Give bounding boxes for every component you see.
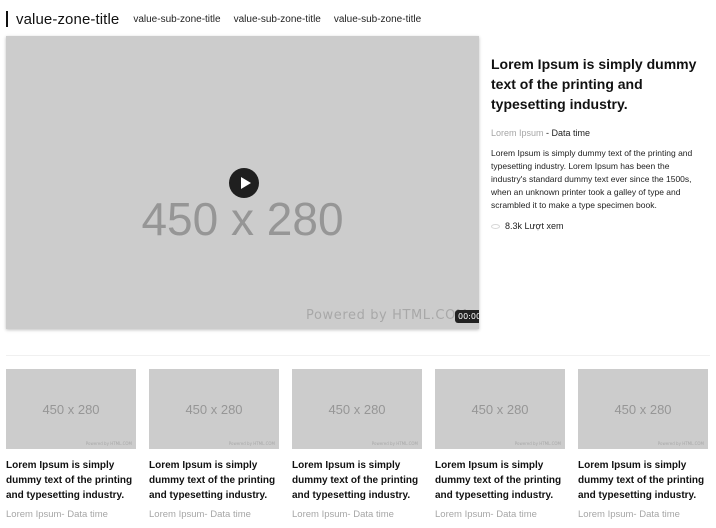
powered-by-watermark: Powered by HTML.COM — [228, 441, 275, 446]
powered-by-watermark: Powered by HTML.COM — [306, 308, 468, 323]
card-title[interactable]: Lorem Ipsum is simply dummy text of the … — [435, 458, 565, 503]
card-thumbnail[interactable]: 450 x 280 Powered by HTML.COM — [6, 369, 136, 449]
video-card[interactable]: 450 x 280 Powered by HTML.COM Lorem Ipsu… — [6, 369, 136, 520]
card-meta: Lorem Ipsum- Data time — [6, 509, 108, 520]
card-meta: Lorem Ipsum- Data time — [149, 509, 251, 520]
card-title[interactable]: Lorem Ipsum is simply dummy text of the … — [292, 458, 422, 503]
main-article-meta: Lorem Ipsum - Data time — [491, 128, 701, 138]
eye-icon — [491, 223, 500, 229]
main-article-description: Lorem Ipsum is simply dummy text of the … — [491, 148, 693, 210]
thumbnail-placeholder-text: 450 x 280 — [328, 402, 386, 417]
card-meta: Lorem Ipsum- Data time — [435, 509, 537, 520]
article-date: Data time — [551, 128, 591, 138]
article-source: Lorem Ipsum — [491, 128, 544, 138]
main-video-player[interactable]: 450 x 280 Powered by HTML.COM 00:00 — [6, 36, 479, 329]
card-title[interactable]: Lorem Ipsum is simply dummy text of the … — [6, 458, 136, 503]
thumbnail-placeholder-text: 450 x 280 — [42, 402, 100, 417]
card-thumbnail[interactable]: 450 x 280 Powered by HTML.COM — [149, 369, 279, 449]
video-card[interactable]: 450 x 280 Powered by HTML.COM Lorem Ipsu… — [149, 369, 279, 520]
video-card[interactable]: 450 x 280 Powered by HTML.COM Lorem Ipsu… — [435, 369, 565, 520]
sub-zone-link[interactable]: value-sub-zone-title — [133, 14, 220, 25]
thumbnail-placeholder-text: 450 x 280 — [471, 402, 529, 417]
zone-title[interactable]: value-zone-title — [16, 11, 119, 28]
powered-by-watermark: Powered by HTML.COM — [657, 441, 704, 446]
main-article-info: Lorem Ipsum is simply dummy text of the … — [491, 54, 701, 231]
main-article-title[interactable]: Lorem Ipsum is simply dummy text of the … — [491, 54, 701, 114]
thumbnail-placeholder-text: 450 x 280 — [185, 402, 243, 417]
section-divider — [6, 355, 710, 356]
card-meta: Lorem Ipsum- Data time — [578, 509, 680, 520]
view-count: 8.3k Lượt xem — [491, 221, 701, 231]
sub-zone-link[interactable]: value-sub-zone-title — [234, 14, 321, 25]
video-duration: 00:00 — [455, 310, 479, 323]
powered-by-watermark: Powered by HTML.COM — [514, 441, 561, 446]
video-placeholder-text: 450 x 280 — [141, 193, 344, 245]
card-thumbnail[interactable]: 450 x 280 Powered by HTML.COM — [578, 369, 708, 449]
card-title[interactable]: Lorem Ipsum is simply dummy text of the … — [149, 458, 279, 503]
zone-title-bar — [6, 11, 8, 27]
powered-by-watermark: Powered by HTML.COM — [85, 441, 132, 446]
powered-by-watermark: Powered by HTML.COM — [371, 441, 418, 446]
card-meta: Lorem Ipsum- Data time — [292, 509, 394, 520]
card-thumbnail[interactable]: 450 x 280 Powered by HTML.COM — [435, 369, 565, 449]
sub-zone-link[interactable]: value-sub-zone-title — [334, 14, 421, 25]
zone-header: value-zone-title value-sub-zone-title va… — [6, 10, 434, 28]
thumbnail-placeholder-text: 450 x 280 — [614, 402, 672, 417]
card-thumbnail[interactable]: 450 x 280 Powered by HTML.COM — [292, 369, 422, 449]
video-card-list: 450 x 280 Powered by HTML.COM Lorem Ipsu… — [6, 369, 708, 520]
card-title[interactable]: Lorem Ipsum is simply dummy text of the … — [578, 458, 708, 503]
meta-separator: - — [543, 128, 552, 138]
video-card[interactable]: 450 x 280 Powered by HTML.COM Lorem Ipsu… — [292, 369, 422, 520]
play-icon[interactable] — [229, 168, 259, 198]
video-card[interactable]: 450 x 280 Powered by HTML.COM Lorem Ipsu… — [578, 369, 708, 520]
view-count-label: 8.3k Lượt xem — [505, 221, 564, 231]
